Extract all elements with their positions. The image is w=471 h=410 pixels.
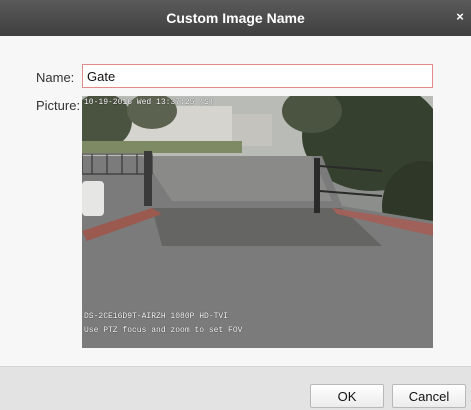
picture-label: Picture: — [36, 98, 81, 113]
osd-timestamp: 10-19-2016 Wed 13:37:25 (S) — [84, 98, 214, 107]
name-label: Name: — [36, 70, 75, 85]
snapshot-scene — [82, 96, 433, 348]
dialog-footer: OK Cancel — [0, 366, 471, 410]
dialog-title: Custom Image Name — [166, 10, 305, 26]
camera-snapshot: 10-19-2016 Wed 13:37:25 (S) DS-2CE16D9T-… — [82, 96, 433, 348]
osd-camera-model: DS-2CE16D9T-AIRZH 1080P HD-TVI — [84, 312, 229, 321]
cancel-button[interactable]: Cancel — [392, 384, 466, 408]
osd-hint: Use PTZ focus and zoom to set FOV — [84, 326, 243, 335]
close-icon[interactable]: × — [453, 10, 467, 24]
ok-button[interactable]: OK — [310, 384, 384, 408]
dialog-titlebar: Custom Image Name × — [0, 0, 471, 36]
name-input[interactable] — [82, 64, 433, 88]
